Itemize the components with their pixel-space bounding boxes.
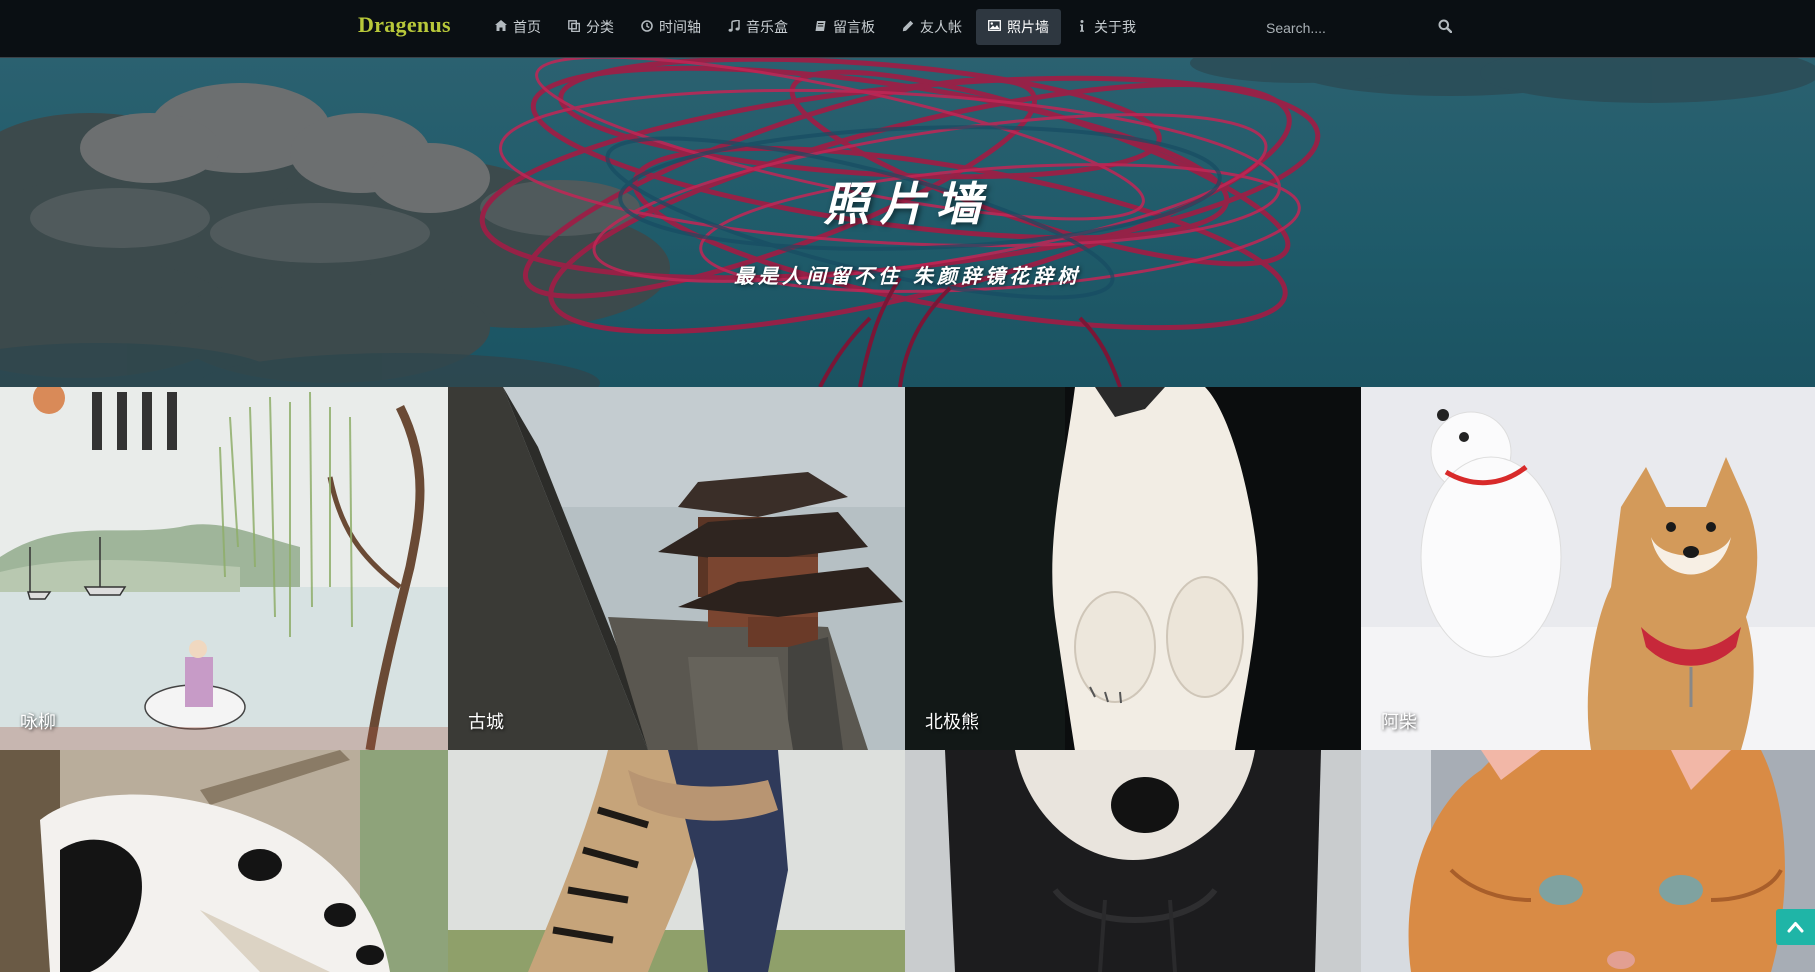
- photo-polar-bear: [905, 387, 1361, 750]
- nav-item-home[interactable]: 首页: [482, 9, 553, 45]
- photo-tile[interactable]: [905, 750, 1361, 972]
- music-icon: [727, 18, 740, 35]
- chevron-up-icon: [1787, 922, 1804, 933]
- photo-willow-painting: [0, 387, 448, 750]
- nav-label: 关于我: [1094, 19, 1136, 35]
- photo-dog-hoodie: [905, 750, 1361, 972]
- nav-label: 首页: [513, 19, 541, 35]
- book-icon: [814, 20, 827, 35]
- photo-tile[interactable]: [1361, 750, 1815, 972]
- info-icon: [1075, 19, 1088, 35]
- nav-label: 音乐盒: [746, 19, 788, 35]
- search-icon[interactable]: [1438, 19, 1453, 34]
- back-to-top-button[interactable]: [1776, 909, 1815, 945]
- home-icon: [494, 20, 507, 34]
- nav-label: 留言板: [833, 19, 875, 35]
- photo-ancient-city: [448, 387, 905, 750]
- nav-item-timeline[interactable]: 时间轴: [628, 9, 713, 45]
- photo-orange-cat: [1361, 750, 1815, 972]
- photo-tile[interactable]: 古城: [448, 387, 905, 750]
- photo-gallery: 咏柳 古城 北极熊 阿柴: [0, 387, 1815, 972]
- nav-label: 分类: [586, 19, 614, 35]
- photo-tile[interactable]: [0, 750, 448, 972]
- nav-item-friends[interactable]: 友人帐: [889, 9, 974, 45]
- nav-item-music[interactable]: 音乐盒: [715, 9, 800, 45]
- hero-banner: 照片墙 最是人间留不住 朱颜辞镜花辞树: [0, 58, 1815, 387]
- nav-item-about[interactable]: 关于我: [1063, 9, 1148, 45]
- top-navbar: Dragenus 首页 分类 时间轴 音乐盒 留言板 友人帐 照片墙 关于我 S…: [0, 0, 1815, 58]
- photo-tiger-hug: [448, 750, 905, 972]
- search-input[interactable]: [1266, 15, 1436, 41]
- photo-tile[interactable]: 北极熊: [905, 387, 1361, 750]
- page-title: 照片墙: [823, 177, 992, 231]
- image-icon: [988, 20, 1001, 34]
- pencil-icon: [901, 20, 914, 35]
- nav-label: 友人帐: [920, 19, 962, 35]
- nav-label: 时间轴: [659, 19, 701, 35]
- nav-item-guestbook[interactable]: 留言板: [802, 9, 887, 45]
- page-subtitle: 最是人间留不住 朱颜辞镜花辞树: [734, 264, 1081, 288]
- nav-menu: 首页 分类 时间轴 音乐盒 留言板 友人帐 照片墙 关于我: [482, 9, 1150, 45]
- nav-item-photo-wall[interactable]: 照片墙: [976, 9, 1061, 45]
- nav-item-categories[interactable]: 分类: [555, 9, 626, 45]
- photo-tile[interactable]: [448, 750, 905, 972]
- copy-icon: [567, 19, 580, 35]
- brand-logo[interactable]: Dragenus: [358, 12, 451, 38]
- photo-tile[interactable]: 阿柴: [1361, 387, 1815, 750]
- photo-caption: 北极熊: [925, 712, 979, 732]
- photo-caption: 阿柴: [1381, 712, 1417, 732]
- clock-icon: [640, 19, 653, 35]
- photo-panda: [0, 750, 448, 972]
- photo-tile[interactable]: 咏柳: [0, 387, 448, 750]
- photo-shiba-dog: [1361, 387, 1815, 750]
- nav-label: 照片墙: [1007, 19, 1049, 35]
- photo-caption: 咏柳: [20, 712, 56, 732]
- photo-caption: 古城: [468, 712, 504, 732]
